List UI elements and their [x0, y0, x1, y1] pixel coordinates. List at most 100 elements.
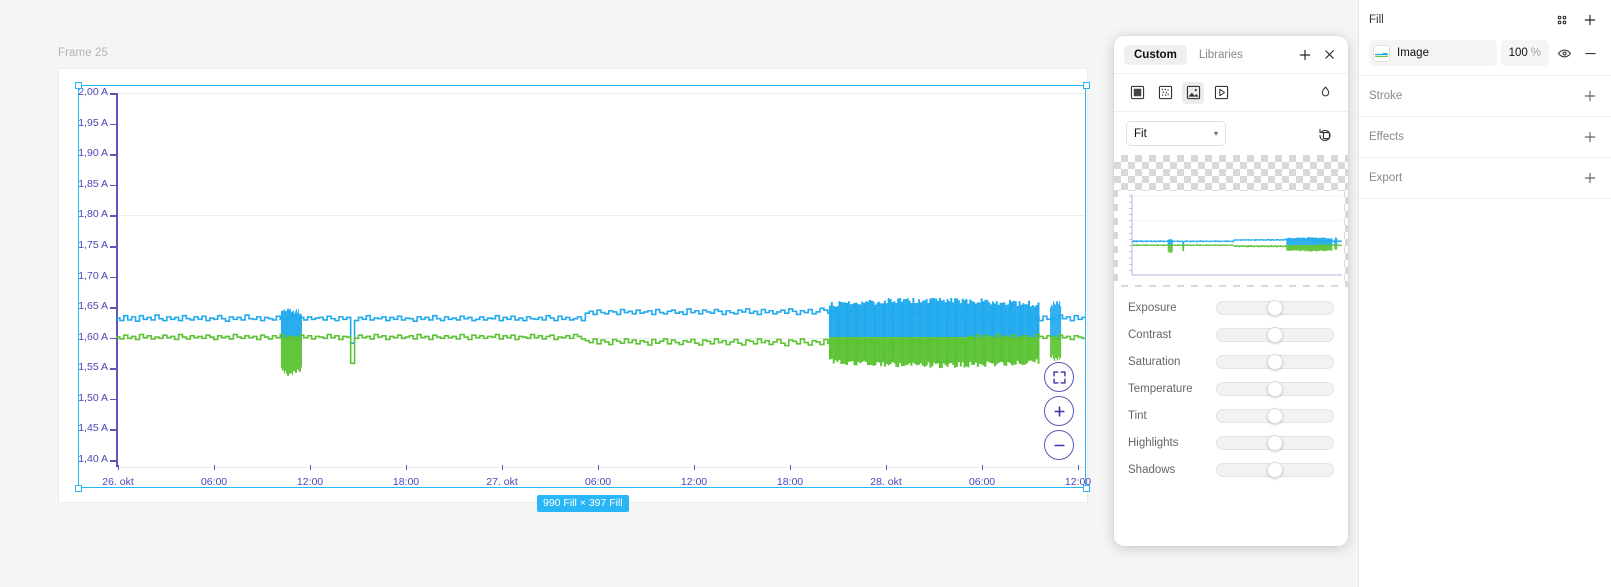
chart-zoom-controls[interactable]	[1044, 362, 1074, 460]
tab-custom[interactable]: Custom	[1124, 44, 1187, 65]
fill-item-row[interactable]: Image 100 %	[1369, 40, 1601, 75]
fill-event-noise-band-main	[828, 297, 1040, 369]
gradient-fill-icon	[1158, 85, 1172, 100]
expand-icon	[1052, 370, 1066, 384]
slider-track-temperature[interactable]	[1216, 381, 1334, 397]
fill-popover-header: Custom Libraries	[1114, 36, 1348, 73]
add-stroke-button[interactable]	[1579, 85, 1601, 107]
chevron-down-icon: ▾	[1213, 129, 1218, 138]
series-plot	[116, 297, 1086, 377]
eye-icon	[1557, 49, 1571, 57]
slider-row-contrast[interactable]: Contrast	[1128, 327, 1334, 343]
slider-thumb-highlights[interactable]	[1267, 435, 1283, 451]
plot-area	[116, 85, 1086, 468]
x-tick-label: 06:00	[584, 476, 612, 488]
preview-axes	[1131, 194, 1342, 276]
image-scale-row[interactable]: Fit ▾	[1114, 111, 1348, 155]
fill-section-title: Fill	[1369, 14, 1384, 26]
fit-to-screen-button[interactable]	[1044, 362, 1074, 392]
export-section-header: Export	[1369, 158, 1601, 198]
slider-track-contrast[interactable]	[1216, 327, 1334, 343]
fill-event-spike-event-2	[1334, 237, 1338, 251]
solid-fill-button[interactable]	[1126, 82, 1148, 104]
slider-track-tint[interactable]	[1216, 408, 1334, 424]
slider-row-shadows[interactable]: Shadows	[1128, 462, 1334, 478]
minus-icon	[1584, 52, 1596, 54]
frame-label[interactable]: Frame 25	[58, 47, 108, 59]
add-fill-button[interactable]	[1294, 44, 1316, 66]
plus-icon	[1584, 90, 1596, 102]
effects-section-title: Effects	[1369, 131, 1404, 143]
x-tick-label: 12:00	[1064, 476, 1092, 488]
image-fill-button[interactable]	[1182, 81, 1204, 104]
slider-track-exposure[interactable]	[1216, 300, 1334, 316]
fill-thumbnail-swatch	[1373, 44, 1390, 62]
rotate-image-button[interactable]	[1314, 123, 1336, 145]
x-tick-label: 12:00	[296, 476, 324, 488]
y-tick-label: 1,65 A	[78, 300, 108, 313]
eyedropper-button[interactable]	[1314, 82, 1336, 104]
y-tick-label: 1,55 A	[78, 361, 108, 374]
slider-row-saturation[interactable]: Saturation	[1128, 354, 1334, 370]
x-tick-label: 18:00	[392, 476, 420, 488]
slider-track-highlights[interactable]	[1216, 435, 1334, 451]
slider-row-highlights[interactable]: Highlights	[1128, 435, 1334, 451]
y-tick-label: 1,85 A	[78, 177, 108, 190]
slider-row-tint[interactable]: Tint	[1128, 408, 1334, 424]
slider-row-exposure[interactable]: Exposure	[1128, 300, 1334, 316]
properties-sidebar[interactable]: Fill Image 100 % Stroke Effects Export	[1358, 0, 1611, 587]
plus-icon	[1584, 172, 1596, 184]
grid-dots-icon	[1557, 15, 1567, 25]
slider-track-shadows[interactable]	[1216, 462, 1334, 478]
rotate-image-icon	[1319, 128, 1331, 141]
slider-thumb-shadows[interactable]	[1267, 462, 1283, 478]
close-icon	[1324, 50, 1334, 59]
y-tick-label: 1,95 A	[78, 116, 108, 129]
image-adjustment-sliders[interactable]: Exposure Contrast Saturation Temperature Tin…	[1114, 287, 1348, 546]
plus-icon	[1584, 14, 1596, 26]
eyedropper-icon	[1321, 86, 1329, 97]
stroke-section-header: Stroke	[1369, 76, 1601, 116]
zoom-in-button[interactable]	[1044, 396, 1074, 426]
tab-libraries[interactable]: Libraries	[1189, 45, 1253, 65]
slider-label-exposure: Exposure	[1128, 302, 1177, 314]
y-tick-label: 1,50 A	[78, 391, 108, 404]
x-tick-label: 06:00	[200, 476, 228, 488]
add-effect-button[interactable]	[1579, 126, 1601, 148]
slider-thumb-temperature[interactable]	[1267, 381, 1283, 397]
slider-thumb-contrast[interactable]	[1267, 327, 1283, 343]
image-preview[interactable]	[1114, 155, 1348, 287]
gradient-fill-button[interactable]	[1154, 82, 1176, 104]
stroke-section-title: Stroke	[1369, 90, 1403, 102]
chart-image-fill[interactable]: 2,00 A 1,95 A 1,90 A 1,85 A 1,80 A 1,75 A 1,70…	[78, 85, 1091, 488]
slider-label-shadows: Shadows	[1128, 464, 1176, 476]
section-effects: Effects	[1359, 117, 1611, 158]
x-tick-label: 26. okt	[102, 476, 134, 488]
slider-thumb-saturation[interactable]	[1267, 354, 1283, 370]
slider-thumb-tint[interactable]	[1267, 408, 1283, 424]
close-popover-button[interactable]	[1318, 44, 1340, 66]
x-tick-label: 12:00	[680, 476, 708, 488]
slider-track-saturation[interactable]	[1216, 354, 1334, 370]
fill-settings-popover[interactable]: Custom Libraries Fit ▾ Exposure Contrast…	[1114, 36, 1348, 546]
toggle-fill-visibility-button[interactable]	[1553, 42, 1575, 64]
zoom-out-button[interactable]	[1044, 430, 1074, 460]
remove-fill-button[interactable]	[1579, 42, 1601, 64]
swatch-chart-icon	[1374, 45, 1389, 61]
scale-mode-select[interactable]: Fit ▾	[1126, 121, 1226, 146]
slider-row-temperature[interactable]: Temperature	[1128, 381, 1334, 397]
fill-styles-button[interactable]	[1551, 9, 1573, 31]
add-export-button[interactable]	[1579, 167, 1601, 189]
add-fill-button-sidebar[interactable]	[1579, 9, 1601, 31]
y-tick-label: 1,75 A	[78, 238, 108, 251]
slider-label-temperature: Temperature	[1128, 383, 1193, 395]
plus-icon	[1299, 49, 1311, 60]
fill-type-selector[interactable]	[1114, 73, 1348, 111]
video-fill-button[interactable]	[1210, 82, 1232, 104]
fill-opacity-input[interactable]: 100 %	[1500, 40, 1549, 66]
slider-thumb-exposure[interactable]	[1267, 300, 1283, 316]
fill-image-chip[interactable]: Image	[1369, 40, 1497, 66]
minus-icon	[1053, 444, 1065, 446]
video-fill-icon	[1214, 85, 1228, 100]
y-tick-label: 2,00 A	[78, 86, 108, 98]
